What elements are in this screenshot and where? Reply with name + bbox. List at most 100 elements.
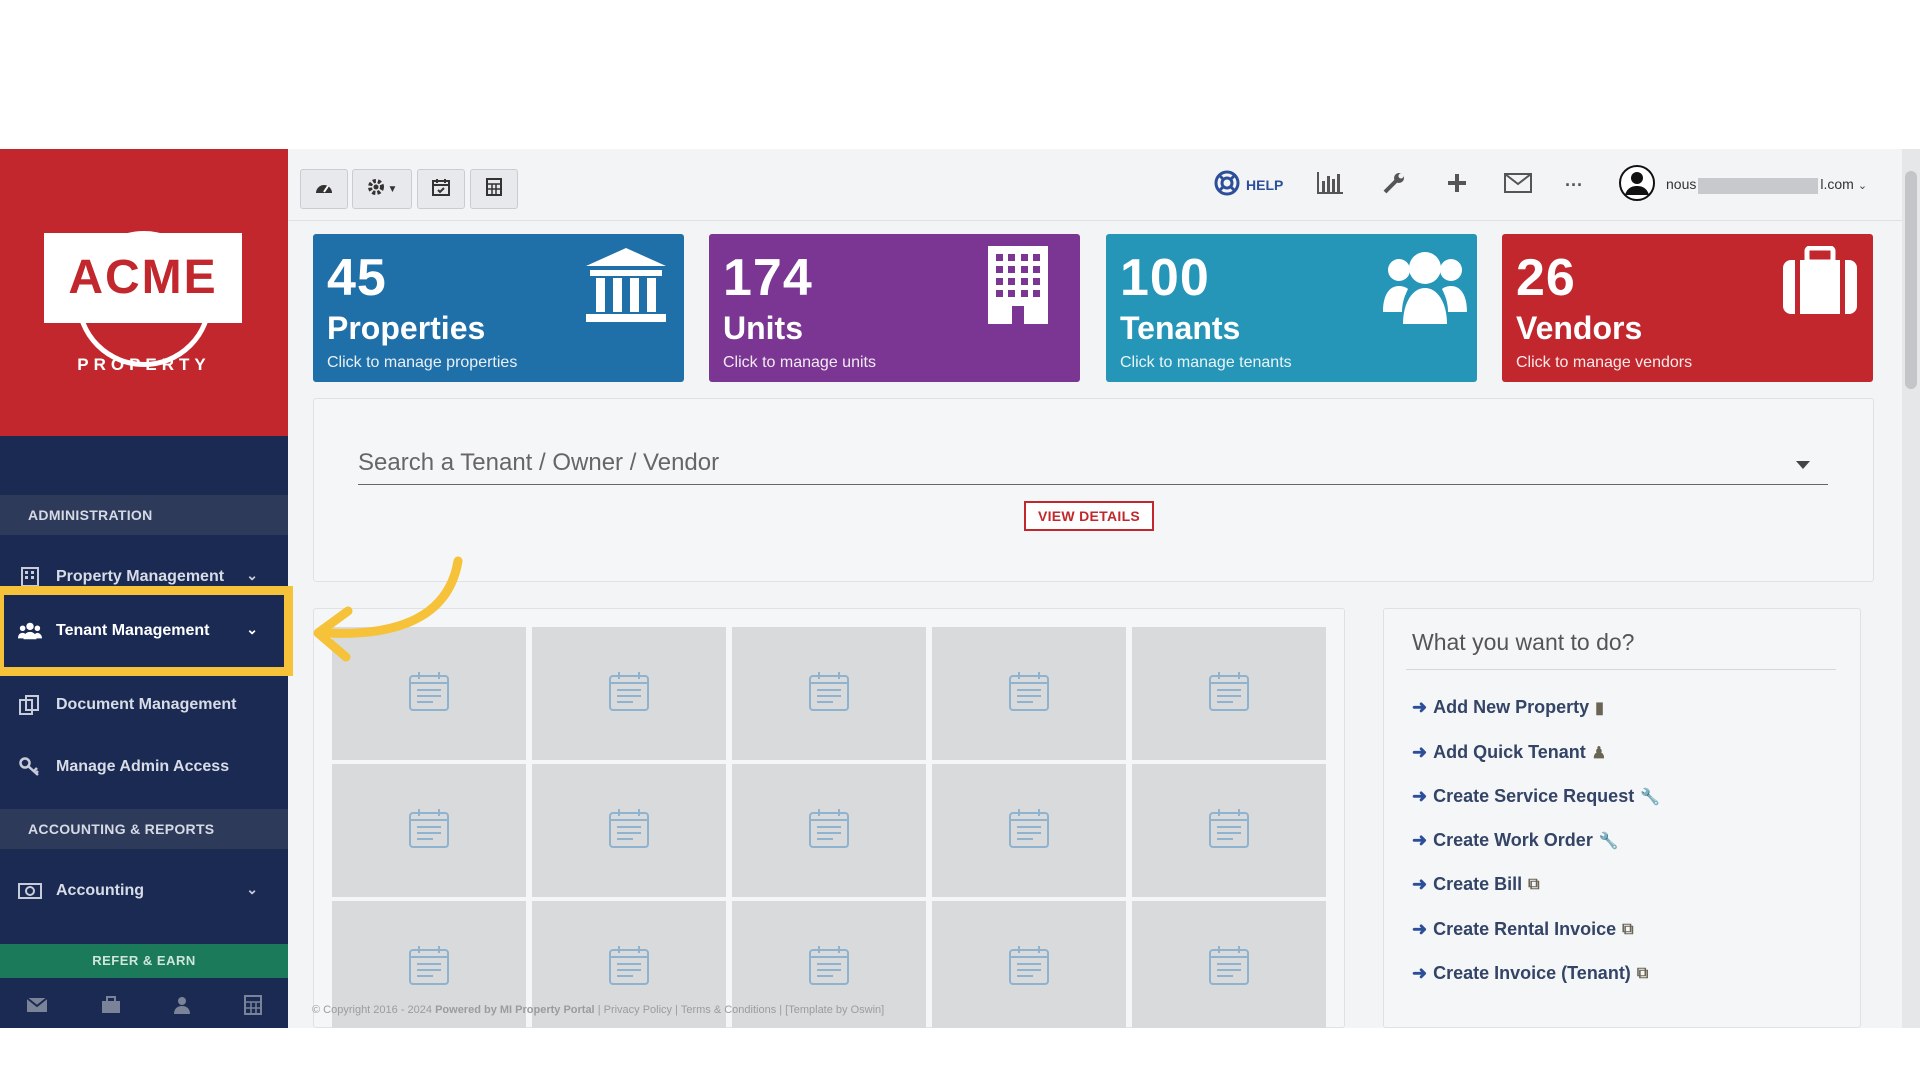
shortcut-tile[interactable] xyxy=(532,627,726,760)
card-properties[interactable]: 45 Properties Click to manage properties xyxy=(313,234,684,382)
calculator-icon[interactable] xyxy=(243,995,262,1020)
shortcut-tile[interactable] xyxy=(332,764,526,897)
caret-down-icon: ▼ xyxy=(387,183,398,195)
sidebar-item-manage-admin-access[interactable]: Manage Admin Access xyxy=(0,739,288,795)
users-icon xyxy=(1383,246,1467,331)
quick-actions-title: What you want to do? xyxy=(1412,629,1635,655)
copyright-text: © Copyright 2016 - 2024 xyxy=(312,1004,433,1016)
quick-action-create-bill[interactable]: ➜ Create Bill ⧉ xyxy=(1412,874,1540,895)
user-menu[interactable]: nous l.com ⌄ xyxy=(1618,164,1868,203)
scrollbar-thumb[interactable] xyxy=(1905,171,1917,389)
settings-dropdown-button[interactable]: ▼ xyxy=(352,169,412,209)
help-label: HELP xyxy=(1246,177,1284,193)
refer-and-earn-button[interactable]: REFER & EARN xyxy=(0,944,288,978)
calendar-icon xyxy=(808,944,850,991)
card-vendors[interactable]: 26 Vendors Click to manage vendors xyxy=(1502,234,1873,382)
calendar-icon xyxy=(408,807,450,854)
view-details-button[interactable]: VIEW DETAILS xyxy=(1024,501,1154,531)
key-icon xyxy=(18,756,42,778)
user-icon: ♟ xyxy=(1591,744,1607,762)
card-subtitle: Click to manage properties xyxy=(327,354,518,371)
shortcut-tile[interactable] xyxy=(1132,764,1326,897)
footer-links[interactable]: | Privacy Policy | Terms & Conditions | … xyxy=(598,1004,885,1016)
shortcut-tile[interactable] xyxy=(932,764,1126,897)
wrench-icon: 🔧 xyxy=(1598,832,1619,850)
arrow-right-icon: ➜ xyxy=(1412,963,1428,983)
powered-by-link[interactable]: Powered by MI Property Portal xyxy=(435,1004,595,1016)
more-button[interactable]: ··· xyxy=(1565,167,1583,203)
building-icon xyxy=(18,566,42,588)
dashboard-button[interactable] xyxy=(300,169,348,209)
reports-button[interactable] xyxy=(1316,167,1344,203)
card-label: Properties xyxy=(327,310,486,346)
calendar-button[interactable] xyxy=(417,169,465,209)
briefcase-icon xyxy=(1781,245,1859,321)
arrow-right-icon: ➜ xyxy=(1412,874,1428,894)
shortcut-tile[interactable] xyxy=(732,627,926,760)
chevron-down-icon: ⌄ xyxy=(246,621,258,637)
app-window: ACME PROPERTY ADMINISTRATION Property Ma… xyxy=(0,149,1920,1028)
card-units[interactable]: 174 Units Click to manage units xyxy=(709,234,1080,382)
calendar-check-icon xyxy=(432,178,450,201)
section-accounting-reports: ACCOUNTING & REPORTS xyxy=(0,809,288,849)
sidebar-item-label: Property Management xyxy=(56,568,225,585)
logo-tagline: PROPERTY xyxy=(77,355,211,374)
calendar-icon xyxy=(1208,944,1250,991)
avatar xyxy=(1618,164,1656,207)
shortcut-tile[interactable] xyxy=(732,764,926,897)
quick-action-create-service-request[interactable]: ➜ Create Service Request 🔧 xyxy=(1412,786,1660,807)
calendar-icon xyxy=(808,670,850,717)
shortcut-tile[interactable] xyxy=(932,901,1126,1028)
card-label: Tenants xyxy=(1120,310,1241,346)
shortcut-tile[interactable] xyxy=(532,764,726,897)
add-button[interactable] xyxy=(1446,167,1468,203)
lifebuoy-icon xyxy=(1214,170,1240,201)
sidebar-item-tenant-management[interactable]: Tenant Management ⌄ xyxy=(0,586,293,676)
quick-action-add-quick-tenant[interactable]: ➜ Add Quick Tenant ♟ xyxy=(1412,742,1606,763)
plus-icon xyxy=(1446,172,1468,199)
shortcut-tile[interactable] xyxy=(1132,627,1326,760)
calendar-icon xyxy=(1008,670,1050,717)
search-select[interactable]: Search a Tenant / Owner / Vendor xyxy=(358,445,1828,485)
logo[interactable]: ACME PROPERTY xyxy=(0,149,288,436)
arrow-right-icon: ➜ xyxy=(1412,742,1428,762)
chevron-down-icon: ⌄ xyxy=(1857,179,1868,192)
card-tenants[interactable]: 100 Tenants Click to manage tenants xyxy=(1106,234,1477,382)
envelope-icon xyxy=(1504,172,1532,198)
calendar-icon xyxy=(1208,670,1250,717)
top-bar: ▼ HELP ··· nous l.com ⌄ xyxy=(288,149,1920,221)
card-count: 100 xyxy=(1120,249,1210,307)
messages-button[interactable] xyxy=(1504,167,1532,203)
quick-action-create-rental-invoice[interactable]: ➜ Create Rental Invoice ⧉ xyxy=(1412,919,1634,940)
arrow-right-icon: ➜ xyxy=(1412,830,1428,850)
user-icon[interactable] xyxy=(173,996,191,1019)
building-icon xyxy=(988,246,1048,329)
search-placeholder: Search a Tenant / Owner / Vendor xyxy=(358,449,720,476)
card-subtitle: Click to manage units xyxy=(723,354,876,371)
tools-button[interactable] xyxy=(1382,167,1406,203)
sidebar-item-accounting[interactable]: Accounting ⌄ xyxy=(0,863,288,919)
scrollbar[interactable] xyxy=(1902,149,1920,1028)
sidebar-item-label: Manage Admin Access xyxy=(56,758,230,775)
envelope-icon[interactable] xyxy=(26,997,48,1018)
divider xyxy=(1406,669,1836,670)
arrow-right-icon: ➜ xyxy=(1412,697,1428,717)
documents-icon xyxy=(18,694,42,716)
arrow-right-icon: ➜ xyxy=(1412,919,1428,939)
bar-chart-icon xyxy=(1316,171,1344,200)
calendar-icon xyxy=(1008,944,1050,991)
shortcut-tile[interactable] xyxy=(1132,901,1326,1028)
card-count: 45 xyxy=(327,249,387,307)
quick-action-add-new-property[interactable]: ➜ Add New Property ▮ xyxy=(1412,697,1604,718)
gauge-icon xyxy=(314,179,334,200)
calculator-button[interactable] xyxy=(470,169,518,209)
chevron-down-icon: ⌄ xyxy=(246,881,258,897)
quick-action-create-work-order[interactable]: ➜ Create Work Order 🔧 xyxy=(1412,830,1619,851)
calendar-icon xyxy=(608,944,650,991)
quick-action-create-invoice-tenant[interactable]: ➜ Create Invoice (Tenant) ⧉ xyxy=(1412,963,1648,984)
briefcase-icon[interactable] xyxy=(101,996,121,1019)
card-label: Units xyxy=(723,310,803,346)
shortcut-tile[interactable] xyxy=(932,627,1126,760)
sidebar-item-document-management[interactable]: Document Management xyxy=(0,677,288,733)
help-link[interactable]: HELP xyxy=(1214,167,1283,203)
